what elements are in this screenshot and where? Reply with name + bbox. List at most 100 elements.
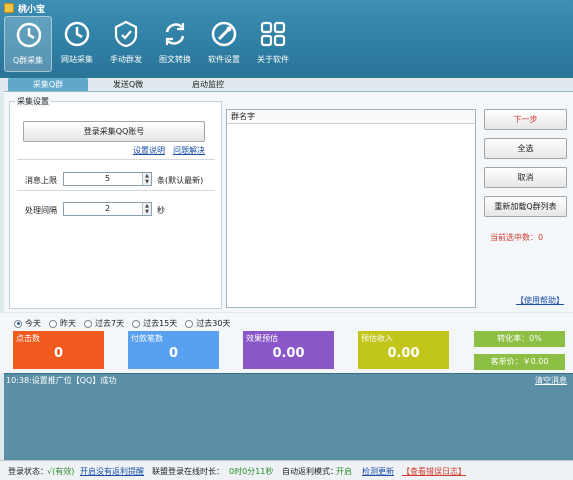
top-banner: 桃小宝 Q群采集 网站采集 手动群发 图文转换 软件设置 关于软件 xyxy=(0,0,573,78)
msg-limit-label: 消息上限 xyxy=(25,176,57,185)
status-bar: 登录状态： √(有效) 开启没有返利提醒 联盟登录在线时长： 0时0分11秒 自… xyxy=(0,460,573,480)
radio-label: 今天 xyxy=(25,319,41,328)
effect-estimate-card: 效果预估 0.00 xyxy=(243,331,334,369)
help-link[interactable]: 【使用帮助】 xyxy=(516,295,564,306)
card-title: 付款笔数 xyxy=(131,334,163,343)
convert-icon xyxy=(165,23,185,45)
radio-icon[interactable] xyxy=(132,319,141,328)
radio-label: 昨天 xyxy=(60,319,76,328)
web-collect-icon xyxy=(64,21,90,47)
interval-label: 处理间隔 xyxy=(25,206,57,215)
tab-monitor[interactable]: 启动监控 xyxy=(168,78,248,91)
online-time-label: 联盟登录在线时长： xyxy=(152,467,224,476)
hand-send-icon xyxy=(114,20,138,48)
stepper-arrows[interactable]: ▲ ▼ xyxy=(142,203,151,215)
card-value: 0 xyxy=(168,346,179,361)
group-list-header[interactable]: 群名字 xyxy=(227,110,475,124)
login-status-label: 登录状态： xyxy=(8,467,48,476)
card-value: 0.00 xyxy=(272,346,305,361)
radio-icon[interactable] xyxy=(49,319,57,328)
login-status-value: √(有效) xyxy=(47,467,75,476)
card-value: 0.00 xyxy=(387,346,420,361)
card-value: 0 xyxy=(53,346,64,361)
toolbar-convert[interactable]: 图文转换 xyxy=(151,16,199,72)
tab-collect-groups[interactable]: 采集Q群 xyxy=(8,78,88,91)
toolbar-hand-send[interactable]: 手动群发 xyxy=(102,16,150,72)
selected-count-label: 当前选中数： xyxy=(490,233,538,242)
toolbar-settings[interactable]: 软件设置 xyxy=(200,16,248,72)
main-toolbar: Q群采集 网站采集 手动群发 图文转换 软件设置 关于软件 xyxy=(4,16,298,72)
select-all-button[interactable]: 全选 xyxy=(484,138,567,159)
collect-settings-group: 采集设置 登录采集QQ账号 设置说明 问题解决 消息上限 5 ▲ ▼ 条(默认最新… xyxy=(9,96,222,309)
error-log-link[interactable]: 【查看错误日志】 xyxy=(402,466,466,477)
msg-limit-value: 5 xyxy=(104,174,111,183)
settings-icon xyxy=(211,21,237,47)
clear-messages-link[interactable]: 清空消息 xyxy=(535,375,567,386)
window-title: 桃小宝 xyxy=(18,5,46,15)
auto-rebate-label: 自动返利模式： xyxy=(282,467,338,476)
auto-rebate-value: 开启 xyxy=(336,467,352,476)
interval-value: 2 xyxy=(104,204,111,213)
stepper-down-icon[interactable]: ▼ xyxy=(143,209,151,215)
radio-icon[interactable] xyxy=(185,319,194,328)
toolbar-about[interactable]: 关于软件 xyxy=(249,16,297,72)
no-rebate-reminder-link[interactable]: 开启没有返利提醒 xyxy=(80,466,144,477)
payments-card: 付款笔数 0 xyxy=(128,331,219,369)
toolbar-web-collect[interactable]: 网站采集 xyxy=(53,16,101,72)
divider xyxy=(17,159,215,160)
msg-limit-unit: 条(默认最新) xyxy=(157,176,204,185)
interval-stepper[interactable]: 2 ▲ ▼ xyxy=(63,202,152,216)
next-step-button[interactable]: 下一步 xyxy=(484,109,567,130)
period-30days[interactable]: 过去30天 xyxy=(185,318,230,329)
unit-price-badge: 客单价：￥0.00 xyxy=(474,354,565,370)
stats-section: 今天 昨天 过去7天 过去15天 过去30天 点击数 0 付款笔数 0 效果预估… xyxy=(0,313,573,373)
radio-label: 过去7天 xyxy=(95,319,125,328)
group-legend: 采集设置 xyxy=(15,96,51,107)
login-qq-button[interactable]: 登录采集QQ账号 xyxy=(23,121,205,142)
card-title: 点击数 xyxy=(16,334,40,343)
radio-icon[interactable] xyxy=(14,319,22,328)
setting-help-link[interactable]: 设置说明 xyxy=(133,145,165,156)
toolbar-label: 网站采集 xyxy=(61,55,93,64)
check-update-link[interactable]: 检测更新 xyxy=(362,466,394,477)
clicks-card: 点击数 0 xyxy=(13,331,104,369)
period-7days[interactable]: 过去7天 xyxy=(84,318,124,329)
period-today[interactable]: 今天 xyxy=(14,318,41,329)
main-panel: 采集设置 登录采集QQ账号 设置说明 问题解决 消息上限 5 ▲ ▼ 条(默认最新… xyxy=(4,91,573,312)
stepper-down-icon[interactable]: ▼ xyxy=(143,179,151,185)
toolbar-label: 关于软件 xyxy=(257,55,289,64)
toolbar-label: Q群采集 xyxy=(12,56,44,65)
tab-strip: 采集Q群 发送Q微 启动监控 xyxy=(8,78,248,91)
period-radio-group: 今天 昨天 过去7天 过去15天 过去30天 xyxy=(14,318,238,329)
stepper-arrows[interactable]: ▲ ▼ xyxy=(142,173,151,185)
toolbar-label: 软件设置 xyxy=(208,55,240,64)
online-time-value: 0时0分11秒 xyxy=(229,467,274,476)
toolbar-label: 图文转换 xyxy=(159,55,191,64)
card-title: 预估收入 xyxy=(361,334,393,343)
qq-collect-icon xyxy=(16,22,42,48)
income-estimate-card: 预估收入 0.00 xyxy=(358,331,449,369)
radio-label: 过去15天 xyxy=(143,319,178,328)
toolbar-qq-collect[interactable]: Q群采集 xyxy=(4,16,52,72)
selected-count-value: 0 xyxy=(538,233,544,242)
msg-limit-stepper[interactable]: 5 ▲ ▼ xyxy=(63,172,152,186)
group-list[interactable]: 群名字 xyxy=(226,109,476,308)
title-bar: 桃小宝 xyxy=(0,0,573,16)
toolbar-label: 手动群发 xyxy=(110,55,142,64)
message-log[interactable]: 10:38:设置推广位【QQ】成功 清空消息 xyxy=(4,373,573,460)
about-icon xyxy=(260,21,286,47)
reload-groups-button[interactable]: 重新加载Q群列表 xyxy=(484,196,567,217)
period-yesterday[interactable]: 昨天 xyxy=(49,318,76,329)
radio-icon[interactable] xyxy=(84,319,92,328)
app-logo-icon xyxy=(4,3,14,13)
log-line: 10:38:设置推广位【QQ】成功 xyxy=(6,376,117,385)
cancel-button[interactable]: 取消 xyxy=(484,167,567,188)
conversion-rate-badge: 转化率：0% xyxy=(474,331,565,347)
divider xyxy=(17,190,215,191)
problem-solve-link[interactable]: 问题解决 xyxy=(173,145,205,156)
selected-count-info: 当前选中数：0 xyxy=(490,232,543,243)
period-15days[interactable]: 过去15天 xyxy=(132,318,177,329)
interval-unit: 秒 xyxy=(157,206,165,215)
card-title: 效果预估 xyxy=(246,334,278,343)
tab-send[interactable]: 发送Q微 xyxy=(88,78,168,91)
